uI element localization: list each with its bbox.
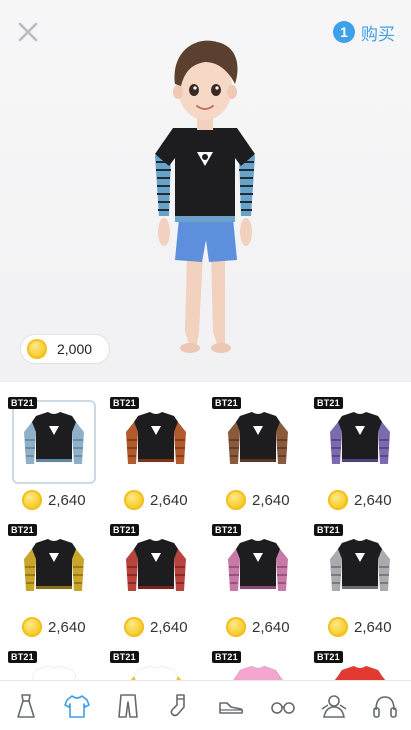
cart-count-badge: 1 (333, 21, 355, 43)
shirt-image (28, 665, 80, 680)
item-card[interactable]: BT21 2,640 (306, 519, 406, 639)
item-price-amount: 2,640 (354, 491, 392, 509)
coin-icon (124, 617, 144, 637)
pants-icon (118, 693, 139, 718)
item-card[interactable]: BT21 (0, 646, 100, 680)
shirt-image (232, 665, 284, 680)
item-price: 2,640 (328, 617, 392, 637)
close-button[interactable] (14, 18, 42, 46)
shirt-image (130, 665, 182, 680)
shirt-image (126, 411, 186, 464)
shirt-image (228, 538, 288, 591)
item-card[interactable]: BT21 2,640 (306, 392, 406, 512)
item-price: 2,640 (22, 617, 86, 637)
sneaker-icon (219, 701, 244, 714)
tab-glasses[interactable] (263, 686, 303, 726)
item-price: 2,640 (226, 490, 290, 510)
item-price: 2,640 (22, 490, 86, 510)
shirt-image (126, 538, 186, 591)
item-price-amount: 2,640 (48, 491, 86, 509)
buy-label: 购买 (361, 24, 395, 44)
coin-icon (226, 490, 246, 510)
item-card[interactable]: BT21 2,640 (0, 519, 100, 639)
tshirt-icon (64, 694, 90, 718)
shirt-image (330, 538, 390, 591)
tab-sneaker[interactable] (211, 686, 251, 726)
tab-socks[interactable] (160, 686, 200, 726)
item-price: 2,640 (124, 617, 188, 637)
item-card[interactable]: BT21 (204, 646, 304, 680)
coin-icon (328, 617, 348, 637)
item-grid: BT21 2,640 BT21 2,640 BT21 2,640 BT21 2,640 BT21… (0, 392, 411, 680)
item-price-amount: 2,640 (354, 618, 392, 636)
avatar-preview-stage: 1 购买 2,000 (0, 0, 411, 382)
item-price-amount: 2,640 (252, 491, 290, 509)
item-price: 2,640 (226, 617, 290, 637)
dress-icon (16, 693, 35, 718)
item-price: 2,640 (124, 490, 188, 510)
coin-icon (27, 339, 47, 359)
item-price: 2,640 (328, 490, 392, 510)
item-card[interactable]: BT21 (102, 646, 202, 680)
item-card[interactable]: BT21 2,640 (102, 519, 202, 639)
tab-pants[interactable] (108, 686, 148, 726)
shirt-image (24, 411, 84, 464)
item-price-amount: 2,640 (252, 618, 290, 636)
item-price-amount: 2,640 (150, 618, 188, 636)
tab-tshirt[interactable] (57, 686, 97, 726)
buy-button[interactable]: 1 购买 (333, 20, 395, 44)
coin-icon (328, 490, 348, 510)
socks-icon (170, 693, 185, 716)
coin-icon (22, 490, 42, 510)
tab-costume[interactable] (314, 686, 354, 726)
item-card[interactable]: BT21 2,640 (0, 392, 100, 512)
item-card[interactable]: BT21 (306, 646, 406, 680)
shirt-image (24, 538, 84, 591)
shirt-image (334, 665, 386, 680)
coin-balance-amount: 2,000 (57, 341, 93, 357)
shirt-image (228, 411, 288, 464)
item-card[interactable]: BT21 2,640 (204, 392, 304, 512)
avatar-figure (155, 40, 255, 353)
coin-icon (226, 617, 246, 637)
item-card[interactable]: BT21 2,640 (102, 392, 202, 512)
tab-headphones[interactable] (365, 686, 405, 726)
glasses-icon (270, 701, 295, 714)
coin-icon (124, 490, 144, 510)
close-icon (18, 22, 38, 42)
shirt-image (330, 411, 390, 464)
coin-balance[interactable]: 2,000 (20, 334, 110, 364)
item-price-amount: 2,640 (48, 618, 86, 636)
category-tabbar (0, 680, 411, 730)
item-card[interactable]: BT21 2,640 (204, 519, 304, 639)
costume-icon (321, 694, 347, 718)
headphones-icon (373, 695, 398, 718)
tab-dress[interactable] (6, 686, 46, 726)
coin-icon (22, 617, 42, 637)
item-price-amount: 2,640 (150, 491, 188, 509)
